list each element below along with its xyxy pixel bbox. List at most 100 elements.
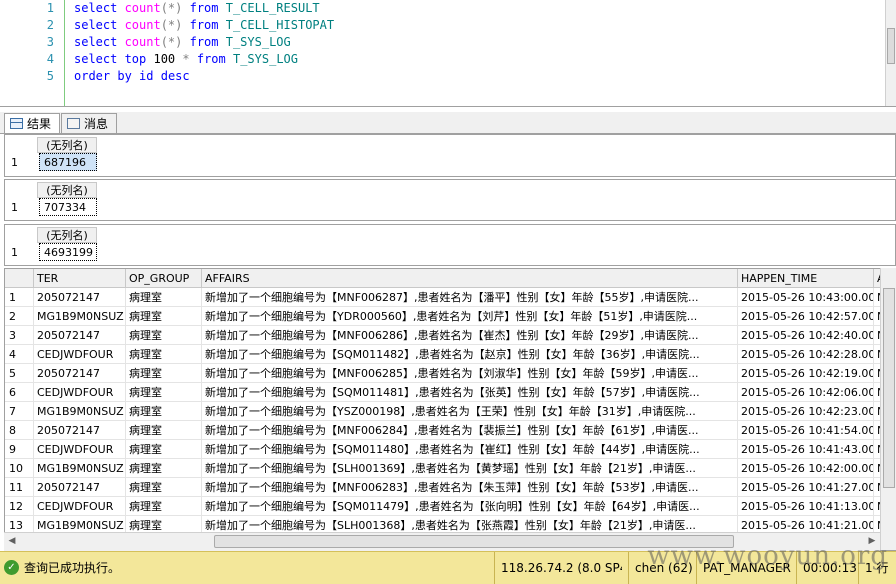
cell-happen-time[interactable]: 2015-05-26 10:42:06.000 [738,383,874,402]
cell-affairs[interactable]: 新增加了一个细胞编号为【SQM011480】,患者姓名为【崔红】性别【女】年龄【… [202,440,738,459]
result-grid-2[interactable]: (无列名) 1 707334 [4,179,896,221]
cell-ter[interactable]: CEDJWDFOUR [34,345,126,364]
cell-ter[interactable]: 205072147 [34,478,126,497]
code-line[interactable]: order by id desc [74,68,334,85]
status-user: chen (62) [628,552,694,584]
column-header[interactable]: (无列名) [37,137,97,153]
cell-affairs[interactable]: 新增加了一个细胞编号为【MNF006286】,患者姓名为【崔杰】性别【女】年龄【… [202,326,738,345]
cell-happen-time[interactable]: 2015-05-26 10:42:23.000 [738,402,874,421]
column-header[interactable]: (无列名) [37,227,97,243]
cell-happen-time[interactable]: 2015-05-26 10:41:43.000 [738,440,874,459]
cell-op-group[interactable]: 病理室 [126,364,202,383]
row-number: 4 [5,345,34,364]
result-cell[interactable]: 707334 [39,198,97,216]
cell-op-group[interactable]: 病理室 [126,497,202,516]
table-row[interactable]: 2 MG1B9M0NSUZ 病理室 新增加了一个细胞编号为【YDR000560】,患者… [5,307,895,326]
grid-vertical-scrollbar[interactable] [880,268,896,550]
table-row[interactable]: 4 CEDJWDFOUR 病理室 新增加了一个细胞编号为【SQM011482】,患者姓… [5,345,895,364]
cell-op-group[interactable]: 病理室 [126,307,202,326]
table-row[interactable]: 3 205072147 病理室 新增加了一个细胞编号为【MNF006286】,患者姓名… [5,326,895,345]
cell-affairs[interactable]: 新增加了一个细胞编号为【SQM011479】,患者姓名为【张向明】性别【女】年龄… [202,497,738,516]
scroll-right-arrow-icon[interactable]: ▶ [864,533,880,550]
cell-op-group[interactable]: 病理室 [126,478,202,497]
editor-scroll-thumb[interactable] [887,28,895,64]
cell-ter[interactable]: CEDJWDFOUR [34,383,126,402]
result-grid-3[interactable]: (无列名) 1 4693199 [4,224,896,266]
cell-affairs[interactable]: 新增加了一个细胞编号为【SQM011482】,患者姓名为【赵京】性别【女】年龄【… [202,345,738,364]
cell-ter[interactable]: 205072147 [34,288,126,307]
cell-happen-time[interactable]: 2015-05-26 10:42:57.000 [738,307,874,326]
result-cell[interactable]: 4693199 [39,243,97,261]
code-line[interactable]: select count(*) from T_CELL_RESULT [74,0,334,17]
code-token: T_CELL_RESULT [225,1,320,15]
log-results-grid[interactable]: TER OP_GROUP AFFAIRS HAPPEN_TIME AF 1205… [4,268,896,551]
tab-messages[interactable]: 消息 [61,113,117,133]
cell-happen-time[interactable]: 2015-05-26 10:43:00.000 [738,288,874,307]
code-line[interactable]: select count(*) from T_SYS_LOG [74,34,334,51]
table-row[interactable]: 5 205072147 病理室 新增加了一个细胞编号为【MNF006285】,患者姓名… [5,364,895,383]
cell-ter[interactable]: MG1B9M0NSUZ [34,402,126,421]
cell-happen-time[interactable]: 2015-05-26 10:41:54.000 [738,421,874,440]
result-grid-1[interactable]: (无列名) 1 687196 [4,134,896,177]
grid-hscroll-thumb[interactable] [214,535,734,548]
cell-affairs[interactable]: 新增加了一个细胞编号为【MNF006285】,患者姓名为【刘淑华】性别【女】年龄… [202,364,738,383]
cell-ter[interactable]: CEDJWDFOUR [34,497,126,516]
cell-ter[interactable]: MG1B9M0NSUZ [34,459,126,478]
code-token: from [189,35,226,49]
editor-vertical-scrollbar[interactable] [885,0,896,106]
table-row[interactable]: 12 CEDJWDFOUR 病理室 新增加了一个细胞编号为【SQM011479】,患者… [5,497,895,516]
cell-ter[interactable]: 205072147 [34,364,126,383]
cell-op-group[interactable]: 病理室 [126,383,202,402]
cell-affairs[interactable]: 新增加了一个细胞编号为【MNF006284】,患者姓名为【裴振兰】性别【女】年龄… [202,421,738,440]
table-row[interactable]: 7 MG1B9M0NSUZ 病理室 新增加了一个细胞编号为【YSZ000198】,患者… [5,402,895,421]
column-header-op-group[interactable]: OP_GROUP [126,269,202,288]
cell-ter[interactable]: MG1B9M0NSUZ [34,307,126,326]
cell-op-group[interactable]: 病理室 [126,326,202,345]
cell-happen-time[interactable]: 2015-05-26 10:42:28.000 [738,345,874,364]
cell-op-group[interactable]: 病理室 [126,440,202,459]
cell-ter[interactable]: CEDJWDFOUR [34,440,126,459]
grid-horizontal-scrollbar[interactable]: ◀ ▶ [4,532,880,551]
cell-ter[interactable]: 205072147 [34,326,126,345]
result-cell[interactable]: 687196 [39,153,97,171]
tab-results[interactable]: 结果 [4,113,60,133]
row-number: 6 [5,383,34,402]
code-token: * [182,52,197,66]
code-line[interactable]: select top 100 * from T_SYS_LOG [74,51,334,68]
sql-editor[interactable]: 12345 select count(*) from T_CELL_RESULT… [0,0,896,107]
column-header-happen-time[interactable]: HAPPEN_TIME [738,269,874,288]
cell-happen-time[interactable]: 2015-05-26 10:42:40.000 [738,326,874,345]
cell-affairs[interactable]: 新增加了一个细胞编号为【SLH001369】,患者姓名为【黄梦瑶】性别【女】年龄… [202,459,738,478]
cell-affairs[interactable]: 新增加了一个细胞编号为【YSZ000198】,患者姓名为【王荣】性别【女】年龄【… [202,402,738,421]
sql-code[interactable]: select count(*) from T_CELL_RESULT select… [74,0,334,85]
cell-affairs[interactable]: 新增加了一个细胞编号为【MNF006287】,患者姓名为【潘平】性别【女】年龄【… [202,288,738,307]
cell-happen-time[interactable]: 2015-05-26 10:41:13.000 [738,497,874,516]
code-token: from [196,52,233,66]
column-header-ter[interactable]: TER [34,269,126,288]
column-header-affairs[interactable]: AFFAIRS [202,269,738,288]
cell-happen-time[interactable]: 2015-05-26 10:41:27.000 [738,478,874,497]
cell-affairs[interactable]: 新增加了一个细胞编号为【SQM011481】,患者姓名为【张英】性别【女】年龄【… [202,383,738,402]
table-row[interactable]: 6 CEDJWDFOUR 病理室 新增加了一个细胞编号为【SQM011481】,患者姓… [5,383,895,402]
cell-op-group[interactable]: 病理室 [126,402,202,421]
cell-affairs[interactable]: 新增加了一个细胞编号为【MNF006283】,患者姓名为【朱玉萍】性别【女】年龄… [202,478,738,497]
cell-op-group[interactable]: 病理室 [126,459,202,478]
cell-happen-time[interactable]: 2015-05-26 10:42:19.000 [738,364,874,383]
table-row[interactable]: 9 CEDJWDFOUR 病理室 新增加了一个细胞编号为【SQM011480】,患者姓… [5,440,895,459]
cell-op-group[interactable]: 病理室 [126,345,202,364]
code-token: (*) [160,35,190,49]
cell-affairs[interactable]: 新增加了一个细胞编号为【YDR000560】,患者姓名为【刘芹】性别【女】年龄【… [202,307,738,326]
cell-happen-time[interactable]: 2015-05-26 10:42:00.000 [738,459,874,478]
column-header[interactable]: (无列名) [37,182,97,198]
cell-op-group[interactable]: 病理室 [126,421,202,440]
table-row[interactable]: 11 205072147 病理室 新增加了一个细胞编号为【MNF006283】,患者姓… [5,478,895,497]
cell-ter[interactable]: 205072147 [34,421,126,440]
table-row[interactable]: 8 205072147 病理室 新增加了一个细胞编号为【MNF006284】,患者姓名… [5,421,895,440]
table-row[interactable]: 1 205072147 病理室 新增加了一个细胞编号为【MNF006287】,患者姓名… [5,288,895,307]
scroll-left-arrow-icon[interactable]: ◀ [4,533,20,550]
cell-op-group[interactable]: 病理室 [126,288,202,307]
code-line[interactable]: select count(*) from T_CELL_HISTOPAT [74,17,334,34]
code-token: order [74,69,118,83]
table-row[interactable]: 10 MG1B9M0NSUZ 病理室 新增加了一个细胞编号为【SLH001369】,患… [5,459,895,478]
grid-vscroll-thumb[interactable] [883,288,895,488]
